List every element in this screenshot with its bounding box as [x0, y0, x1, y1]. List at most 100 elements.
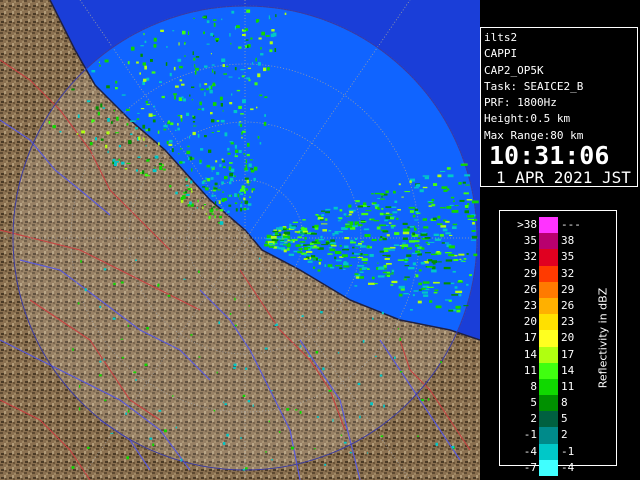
- echo-cell: [238, 150, 242, 153]
- echo-cell: [205, 177, 207, 180]
- echo-cell: [415, 274, 419, 278]
- echo-cell: [283, 235, 290, 238]
- echo-cell: [217, 189, 221, 191]
- echo-cell: [299, 232, 305, 234]
- echo-cell: [139, 72, 141, 75]
- echo-cell: [271, 29, 275, 32]
- echo-cell: [434, 238, 442, 241]
- echo-cell: [385, 190, 389, 194]
- echo-cell: [350, 241, 356, 244]
- echo-cell: [343, 262, 349, 266]
- echo-cell: [394, 200, 398, 203]
- legend-swatch: [539, 330, 558, 347]
- echo-cell: [377, 262, 379, 264]
- echo-cell: [191, 99, 193, 101]
- echo-cell: [357, 256, 363, 259]
- echo-cell: [183, 278, 186, 280]
- echo-cell: [359, 268, 362, 271]
- echo-cell: [113, 282, 116, 286]
- legend-row: 14 17: [504, 346, 594, 363]
- echo-cell: [263, 121, 267, 126]
- echo-cell: [71, 88, 75, 91]
- echo-cell: [415, 244, 420, 247]
- legend-high-value: ---: [561, 218, 581, 231]
- echo-cell: [274, 232, 278, 235]
- echo-cell: [334, 256, 337, 260]
- echo-cell: [325, 208, 331, 211]
- echo-cell: [190, 180, 193, 184]
- echo-cell: [324, 264, 327, 267]
- echo-cell: [253, 166, 258, 171]
- echo-cell: [463, 305, 469, 307]
- echo-cell: [440, 170, 446, 172]
- echo-cell: [385, 213, 393, 216]
- echo-cell: [158, 163, 162, 165]
- echo-cell: [318, 259, 322, 262]
- legend-row: 26 29: [504, 281, 594, 298]
- echo-cell: [427, 241, 435, 243]
- echo-cell: [166, 140, 169, 145]
- echo-cell: [192, 51, 194, 55]
- echo-cell: [421, 232, 427, 234]
- legend-high-value: -1: [561, 444, 575, 458]
- echo-cell: [187, 145, 190, 148]
- legend-low-value: 35: [523, 234, 537, 248]
- echo-cell: [449, 204, 454, 206]
- echo-cell: [343, 213, 347, 216]
- echo-cell: [448, 245, 455, 249]
- echo-cell: [180, 458, 183, 462]
- echo-cell: [118, 144, 121, 148]
- legend-swatch: [539, 378, 558, 396]
- echo-cell: [264, 114, 266, 117]
- echo-cell: [193, 57, 196, 61]
- echo-cell: [393, 244, 400, 246]
- echo-cell: [255, 57, 257, 62]
- echo-cell: [339, 209, 343, 212]
- echo-cell: [227, 147, 230, 151]
- echo-cell: [360, 221, 367, 223]
- echo-cell: [152, 169, 157, 173]
- echo-cell: [360, 245, 366, 248]
- echo-cell: [295, 409, 298, 411]
- echo-cell: [413, 290, 419, 292]
- legend-row: 29 32: [504, 265, 594, 282]
- echo-cell: [378, 266, 385, 269]
- echo-cell: [330, 239, 335, 242]
- echo-cell: [247, 184, 250, 186]
- echo-cell: [386, 273, 394, 275]
- echo-cell: [146, 77, 150, 81]
- echo-cell: [252, 404, 254, 407]
- echo-cell: [303, 258, 308, 260]
- echo-cell: [222, 442, 226, 445]
- echo-cell: [234, 67, 237, 71]
- echo-cell: [231, 10, 235, 14]
- echo-cell: [221, 181, 224, 185]
- legend-low-value: 26: [523, 282, 537, 296]
- echo-cell: [234, 193, 237, 197]
- echo-cell: [219, 96, 223, 101]
- echo-cell: [451, 294, 458, 296]
- echo-cell: [127, 324, 129, 327]
- echo-cell: [240, 208, 243, 212]
- echo-cell: [307, 260, 313, 263]
- echo-cell: [180, 148, 182, 150]
- echo-cell: [385, 216, 390, 220]
- echo-cell: [212, 69, 214, 73]
- echo-cell: [265, 238, 271, 240]
- echo-cell: [404, 191, 411, 193]
- echo-cell: [222, 64, 225, 67]
- echo-cell: [342, 248, 350, 251]
- echo-cell: [282, 227, 286, 229]
- echo-cell: [273, 229, 278, 231]
- echo-cell: [302, 230, 309, 233]
- echo-cell: [192, 131, 196, 136]
- echo-cell: [351, 225, 358, 227]
- echo-cell: [179, 79, 183, 82]
- echo-cell: [471, 235, 478, 239]
- echo-cell: [464, 210, 469, 214]
- echo-cell: [458, 182, 462, 185]
- echo-cell: [325, 240, 329, 242]
- echo-cell: [458, 293, 462, 297]
- radar-map[interactable]: [0, 0, 480, 480]
- echo-cell: [380, 236, 383, 239]
